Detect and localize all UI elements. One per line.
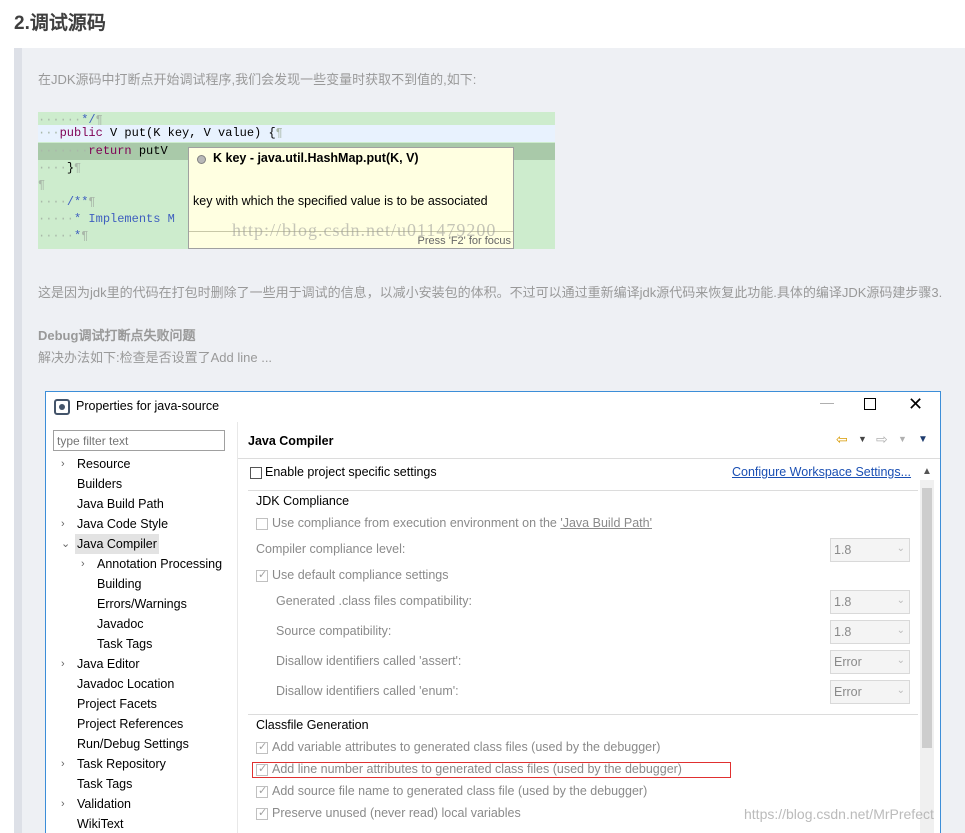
source-file-checkbox[interactable] <box>256 784 268 798</box>
back-arrow-icon[interactable]: ⇦ <box>836 431 848 448</box>
tree-item-project-references[interactable]: Project References <box>77 714 183 734</box>
chevron-down-icon[interactable]: ▼ <box>898 434 907 444</box>
tree-item-errors-warnings[interactable]: Errors/Warnings <box>97 594 187 614</box>
jdk-compliance-title: JDK Compliance <box>256 494 350 508</box>
tooltip-description: key with which the specified value is to… <box>193 194 488 208</box>
enable-specific-label: Enable project specific settings <box>265 465 437 479</box>
paragraph: 解决办法如下:检查是否设置了Add line ... <box>38 350 273 365</box>
forward-arrow-icon[interactable]: ⇨ <box>876 431 888 448</box>
variable-attributes-checkbox[interactable] <box>256 740 268 754</box>
chevron-right-icon[interactable]: › <box>61 654 65 674</box>
chevron-right-icon[interactable]: › <box>61 794 65 814</box>
generated-compat-select[interactable]: 1.8 ⌄ <box>830 590 910 614</box>
tree-item-javadoc[interactable]: Javadoc <box>97 614 144 634</box>
tree-item-java-editor[interactable]: › Java Editor <box>61 654 140 674</box>
jdk-compliance-group <box>248 490 918 491</box>
enable-specific-checkbox[interactable] <box>250 467 262 479</box>
classfile-title: Classfile Generation <box>256 718 369 732</box>
chevron-down-icon: ⌄ <box>896 595 905 606</box>
enum-select[interactable]: Error ⌄ <box>830 680 910 704</box>
filter-input[interactable] <box>53 430 225 451</box>
chevron-down-icon: ⌄ <box>896 625 905 636</box>
tree-item-java-code-style[interactable]: › Java Code Style <box>61 514 168 534</box>
code-line: ···public V put(K key, V value) {¶ <box>38 125 555 142</box>
title-bar: Properties for java-source — ✕ <box>46 392 940 422</box>
view-menu-icon[interactable]: ▼ <box>918 434 928 445</box>
chevron-down-icon: ⌄ <box>896 655 905 666</box>
chevron-right-icon[interactable]: › <box>81 554 85 574</box>
tree-item-building[interactable]: Building <box>97 574 141 594</box>
pane-divider <box>237 422 238 833</box>
chevron-right-icon[interactable]: › <box>61 754 65 774</box>
subheading: Debug调试打断点失败问题 <box>38 328 196 343</box>
tree-item-builders[interactable]: Builders <box>77 474 122 494</box>
maximize-icon[interactable] <box>864 398 876 410</box>
source-compat-label: Source compatibility: <box>276 624 392 638</box>
tree-item-java-compiler[interactable]: ⌄ Java Compiler <box>61 534 159 554</box>
scroll-up-icon[interactable]: ▲ <box>922 466 932 477</box>
chevron-right-icon[interactable]: › <box>61 514 65 534</box>
source-compat-select[interactable]: 1.8 ⌄ <box>830 620 910 644</box>
pane-title: Java Compiler <box>248 434 334 448</box>
chevron-down-icon: ⌄ <box>896 685 905 696</box>
preserve-unused-label: Preserve unused (never read) local varia… <box>272 806 521 820</box>
tree-item-project-facets[interactable]: Project Facets <box>77 694 157 714</box>
tree-item-task-tags[interactable]: Task Tags <box>97 634 152 654</box>
compliance-level-label: Compiler compliance level: <box>256 542 406 556</box>
parameter-icon <box>197 155 206 164</box>
minimize-icon[interactable]: — <box>818 394 836 410</box>
tree-item-run-debug-settings[interactable]: Run/Debug Settings <box>77 734 189 754</box>
java-build-path-link[interactable]: 'Java Build Path' <box>560 516 652 530</box>
use-default-compliance-checkbox[interactable] <box>256 568 268 582</box>
configure-workspace-link[interactable]: Configure Workspace Settings... <box>732 465 911 479</box>
assert-select[interactable]: Error ⌄ <box>830 650 910 674</box>
generated-compat-label: Generated .class files compatibility: <box>276 594 472 608</box>
close-icon[interactable]: ✕ <box>908 394 923 415</box>
tree-item-java-build-path[interactable]: Java Build Path <box>77 494 164 514</box>
eclipse-icon <box>54 399 70 415</box>
highlight-box <box>252 762 731 778</box>
variable-attributes-label: Add variable attributes to generated cla… <box>272 740 661 754</box>
tree-item-task-tags-root[interactable]: Task Tags <box>77 774 132 794</box>
chevron-down-icon: ⌄ <box>896 543 905 554</box>
enum-label: Disallow identifiers called 'enum': <box>276 684 459 698</box>
watermark: http://blog.csdn.net/u011479200 <box>232 220 497 240</box>
tree-item-resource[interactable]: › Resource <box>61 454 131 474</box>
chevron-down-icon[interactable]: ▼ <box>858 434 867 444</box>
scrollbar-thumb[interactable] <box>922 488 932 748</box>
use-compliance-checkbox[interactable] <box>256 518 268 530</box>
preserve-unused-checkbox[interactable] <box>256 806 268 820</box>
tree-item-javadoc-location[interactable]: Javadoc Location <box>77 674 174 694</box>
tree-item-validation[interactable]: › Validation <box>61 794 131 814</box>
dialog-title: Properties for java-source <box>76 399 220 413</box>
classfile-group <box>248 714 918 715</box>
use-compliance-label: Use compliance from execution environmen… <box>272 516 652 530</box>
header-divider <box>238 458 940 459</box>
tree-item-wikitext[interactable]: WikiText <box>77 814 124 833</box>
tooltip-title: K key - java.util.HashMap.put(K, V) <box>213 151 419 165</box>
tree-item-annotation-processing[interactable]: › Annotation Processing <box>81 554 222 574</box>
assert-label: Disallow identifiers called 'assert': <box>276 654 462 668</box>
chevron-right-icon[interactable]: › <box>61 454 65 474</box>
article-heading: 2.调试源码 <box>14 13 106 34</box>
chevron-down-icon[interactable]: ⌄ <box>61 534 70 554</box>
source-file-label: Add source file name to generated class … <box>272 784 648 798</box>
tree-item-task-repository[interactable]: › Task Repository <box>61 754 166 774</box>
watermark: https://blog.csdn.net/MrPrefect <box>744 806 934 822</box>
compliance-level-select[interactable]: 1.8 ⌄ <box>830 538 910 562</box>
intro-text: 在JDK源码中打断点开始调试程序,我们会发现一些变量时获取不到值的,如下: <box>38 72 477 87</box>
paragraph: 这是因为jdk里的代码在打包时删除了一些用于调试的信息，以减小安装包的体积。不过… <box>38 285 943 300</box>
properties-dialog: Properties for java-source — ✕ ›Resource… <box>45 391 941 833</box>
use-default-compliance-label: Use default compliance settings <box>272 568 449 582</box>
